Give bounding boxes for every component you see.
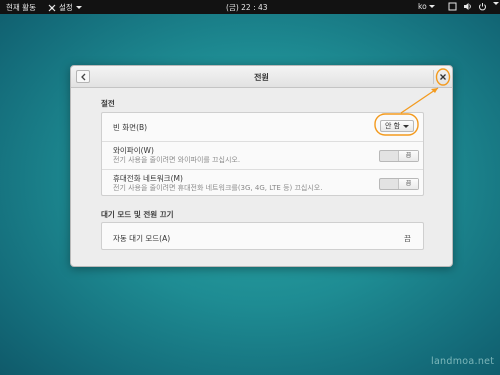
watermark: landmoa.net: [431, 356, 495, 367]
dropdown-highlight-circle: [374, 113, 419, 136]
annotation-arrow-line: [400, 87, 439, 114]
close-highlight-circle: [435, 68, 451, 86]
annotation-overlay: [374, 68, 451, 136]
